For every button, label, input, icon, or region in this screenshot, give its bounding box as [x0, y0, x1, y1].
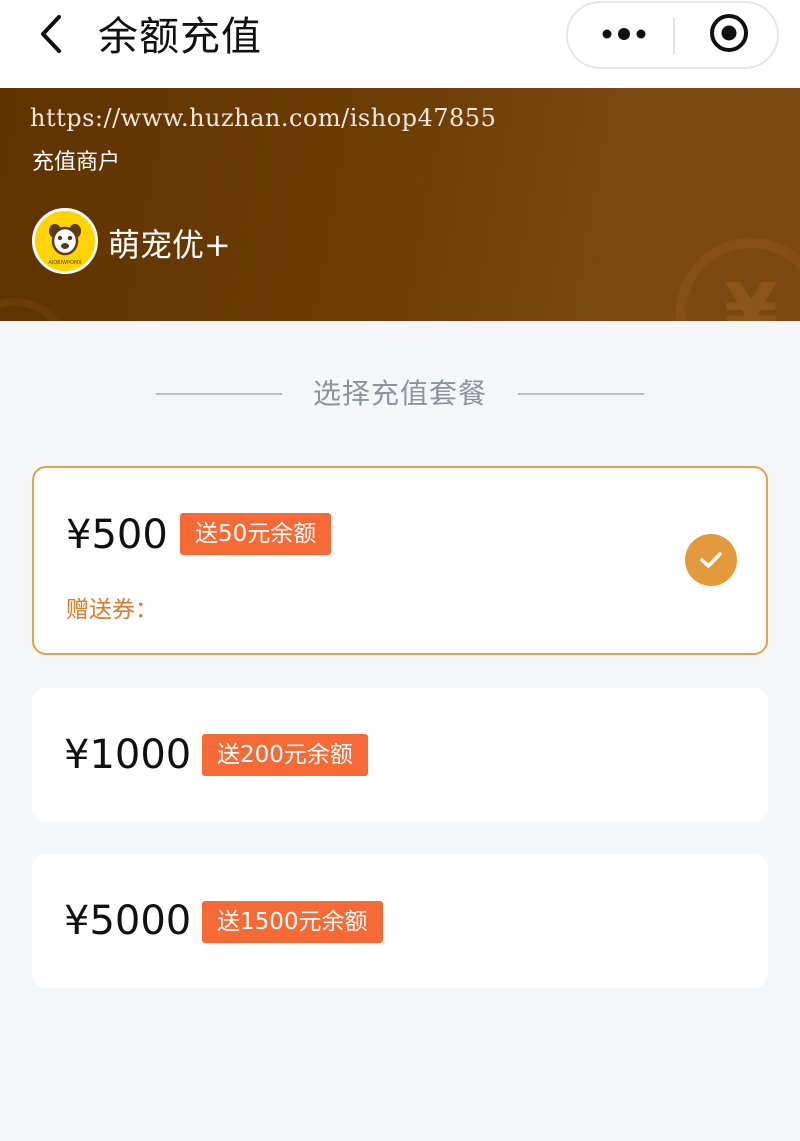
- bonus-badge: 送1500元余额: [202, 901, 383, 943]
- pet-logo-icon: AIQBIWPOMX: [32, 208, 98, 274]
- package-card-1000[interactable]: ¥1000 送200元余额: [32, 688, 768, 822]
- section-header: 选择充值套餐: [0, 368, 800, 420]
- gift-coupon-label: 赠送券：: [66, 597, 158, 623]
- merchant-label: 充值商户: [32, 150, 121, 175]
- more-dots-icon: [601, 26, 647, 45]
- package-price: ¥5000: [64, 898, 192, 944]
- section-divider-right: [518, 393, 644, 395]
- package-price: ¥1000: [64, 732, 192, 778]
- decorative-coin-left: [0, 298, 70, 321]
- package-price: ¥500: [66, 512, 168, 558]
- package-card-5000[interactable]: ¥5000 送1500元余额: [32, 854, 768, 988]
- target-circle-icon: [708, 12, 750, 58]
- section-title: 选择充值套餐: [312, 377, 487, 410]
- capsule-divider: [673, 18, 675, 54]
- page-title: 余额充值: [98, 14, 262, 60]
- watermark-url: https://www.huzhan.com/ishop47855: [30, 104, 497, 132]
- merchant-name: 萌宠优+: [108, 226, 231, 264]
- back-button[interactable]: [28, 14, 72, 58]
- bonus-badge: 送50元余额: [180, 513, 332, 555]
- merchant-banner: ¥ https://www.huzhan.com/ishop47855 充值商户…: [0, 88, 800, 321]
- selected-check-icon: [685, 534, 737, 586]
- nav-bar: 余额充值: [0, 0, 800, 88]
- decorative-coin-icon: ¥: [676, 238, 800, 321]
- package-card-500[interactable]: ¥500 送50元余额 赠送券：: [32, 466, 768, 655]
- logo-text: AIQBIWPOMX: [48, 260, 82, 266]
- close-button[interactable]: [686, 3, 772, 67]
- mini-program-capsule: [566, 1, 779, 69]
- chevron-left-icon: [35, 13, 65, 59]
- section-divider-left: [156, 393, 282, 395]
- bonus-badge: 送200元余额: [202, 734, 368, 776]
- coin-symbol: ¥: [723, 268, 779, 321]
- more-button[interactable]: [576, 3, 672, 67]
